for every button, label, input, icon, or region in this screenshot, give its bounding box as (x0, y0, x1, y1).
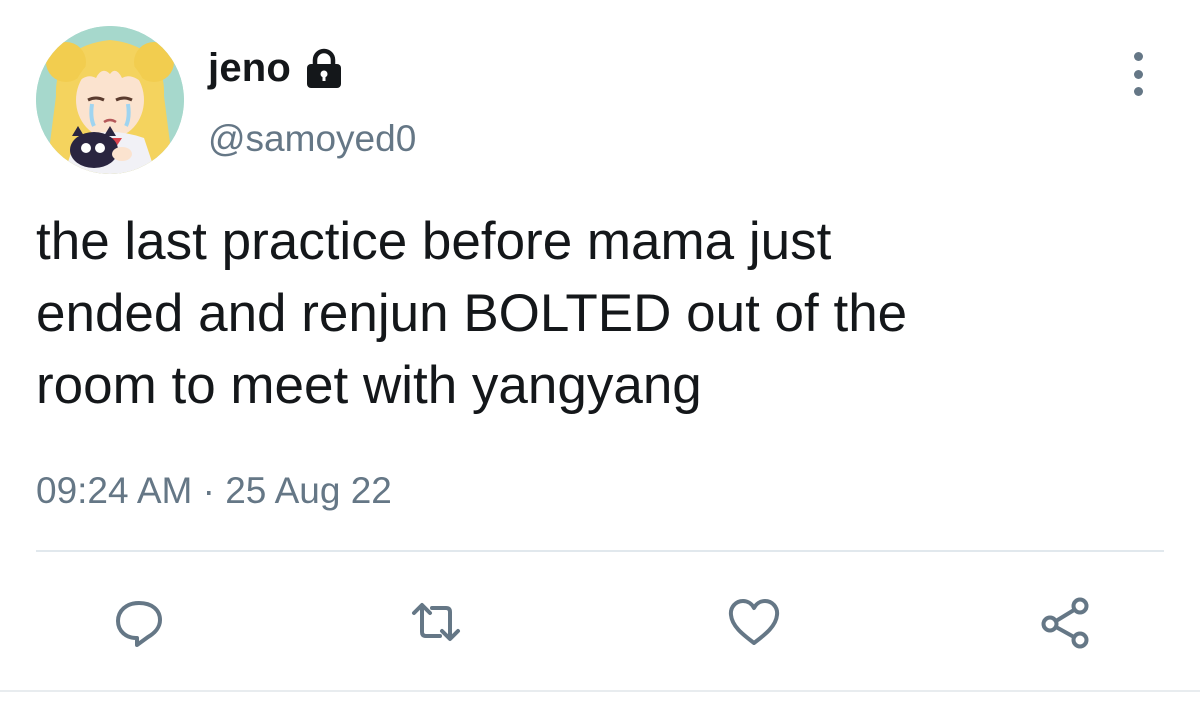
like-button[interactable] (722, 590, 786, 654)
heart-icon (728, 599, 780, 645)
display-name-row: jeno (208, 40, 347, 96)
more-dot-icon (1133, 87, 1143, 96)
reply-button[interactable] (107, 590, 171, 654)
avatar-image (36, 26, 184, 174)
more-dot-icon (1133, 69, 1143, 79)
action-bar (0, 590, 1200, 654)
share-icon (1041, 597, 1089, 649)
share-button[interactable] (1034, 590, 1098, 654)
more-dot-icon (1133, 52, 1143, 61)
tweet-timestamp[interactable]: 09:24 AM · 25 Aug 22 (36, 470, 392, 512)
display-name[interactable]: jeno (208, 46, 291, 91)
more-options-button[interactable] (1118, 48, 1158, 100)
user-handle[interactable]: @samoyed0 (208, 118, 416, 160)
reply-icon (116, 601, 162, 647)
retweet-button[interactable] (404, 590, 468, 654)
lock-icon (301, 45, 347, 91)
bottom-divider (0, 690, 1200, 692)
divider (36, 550, 1164, 552)
tweet-card: jeno @samoyed0 the last practice before … (0, 0, 1200, 710)
tweet-text: the last practice before mama just ended… (36, 212, 908, 415)
retweet-icon (412, 603, 460, 641)
user-avatar[interactable] (36, 26, 184, 174)
